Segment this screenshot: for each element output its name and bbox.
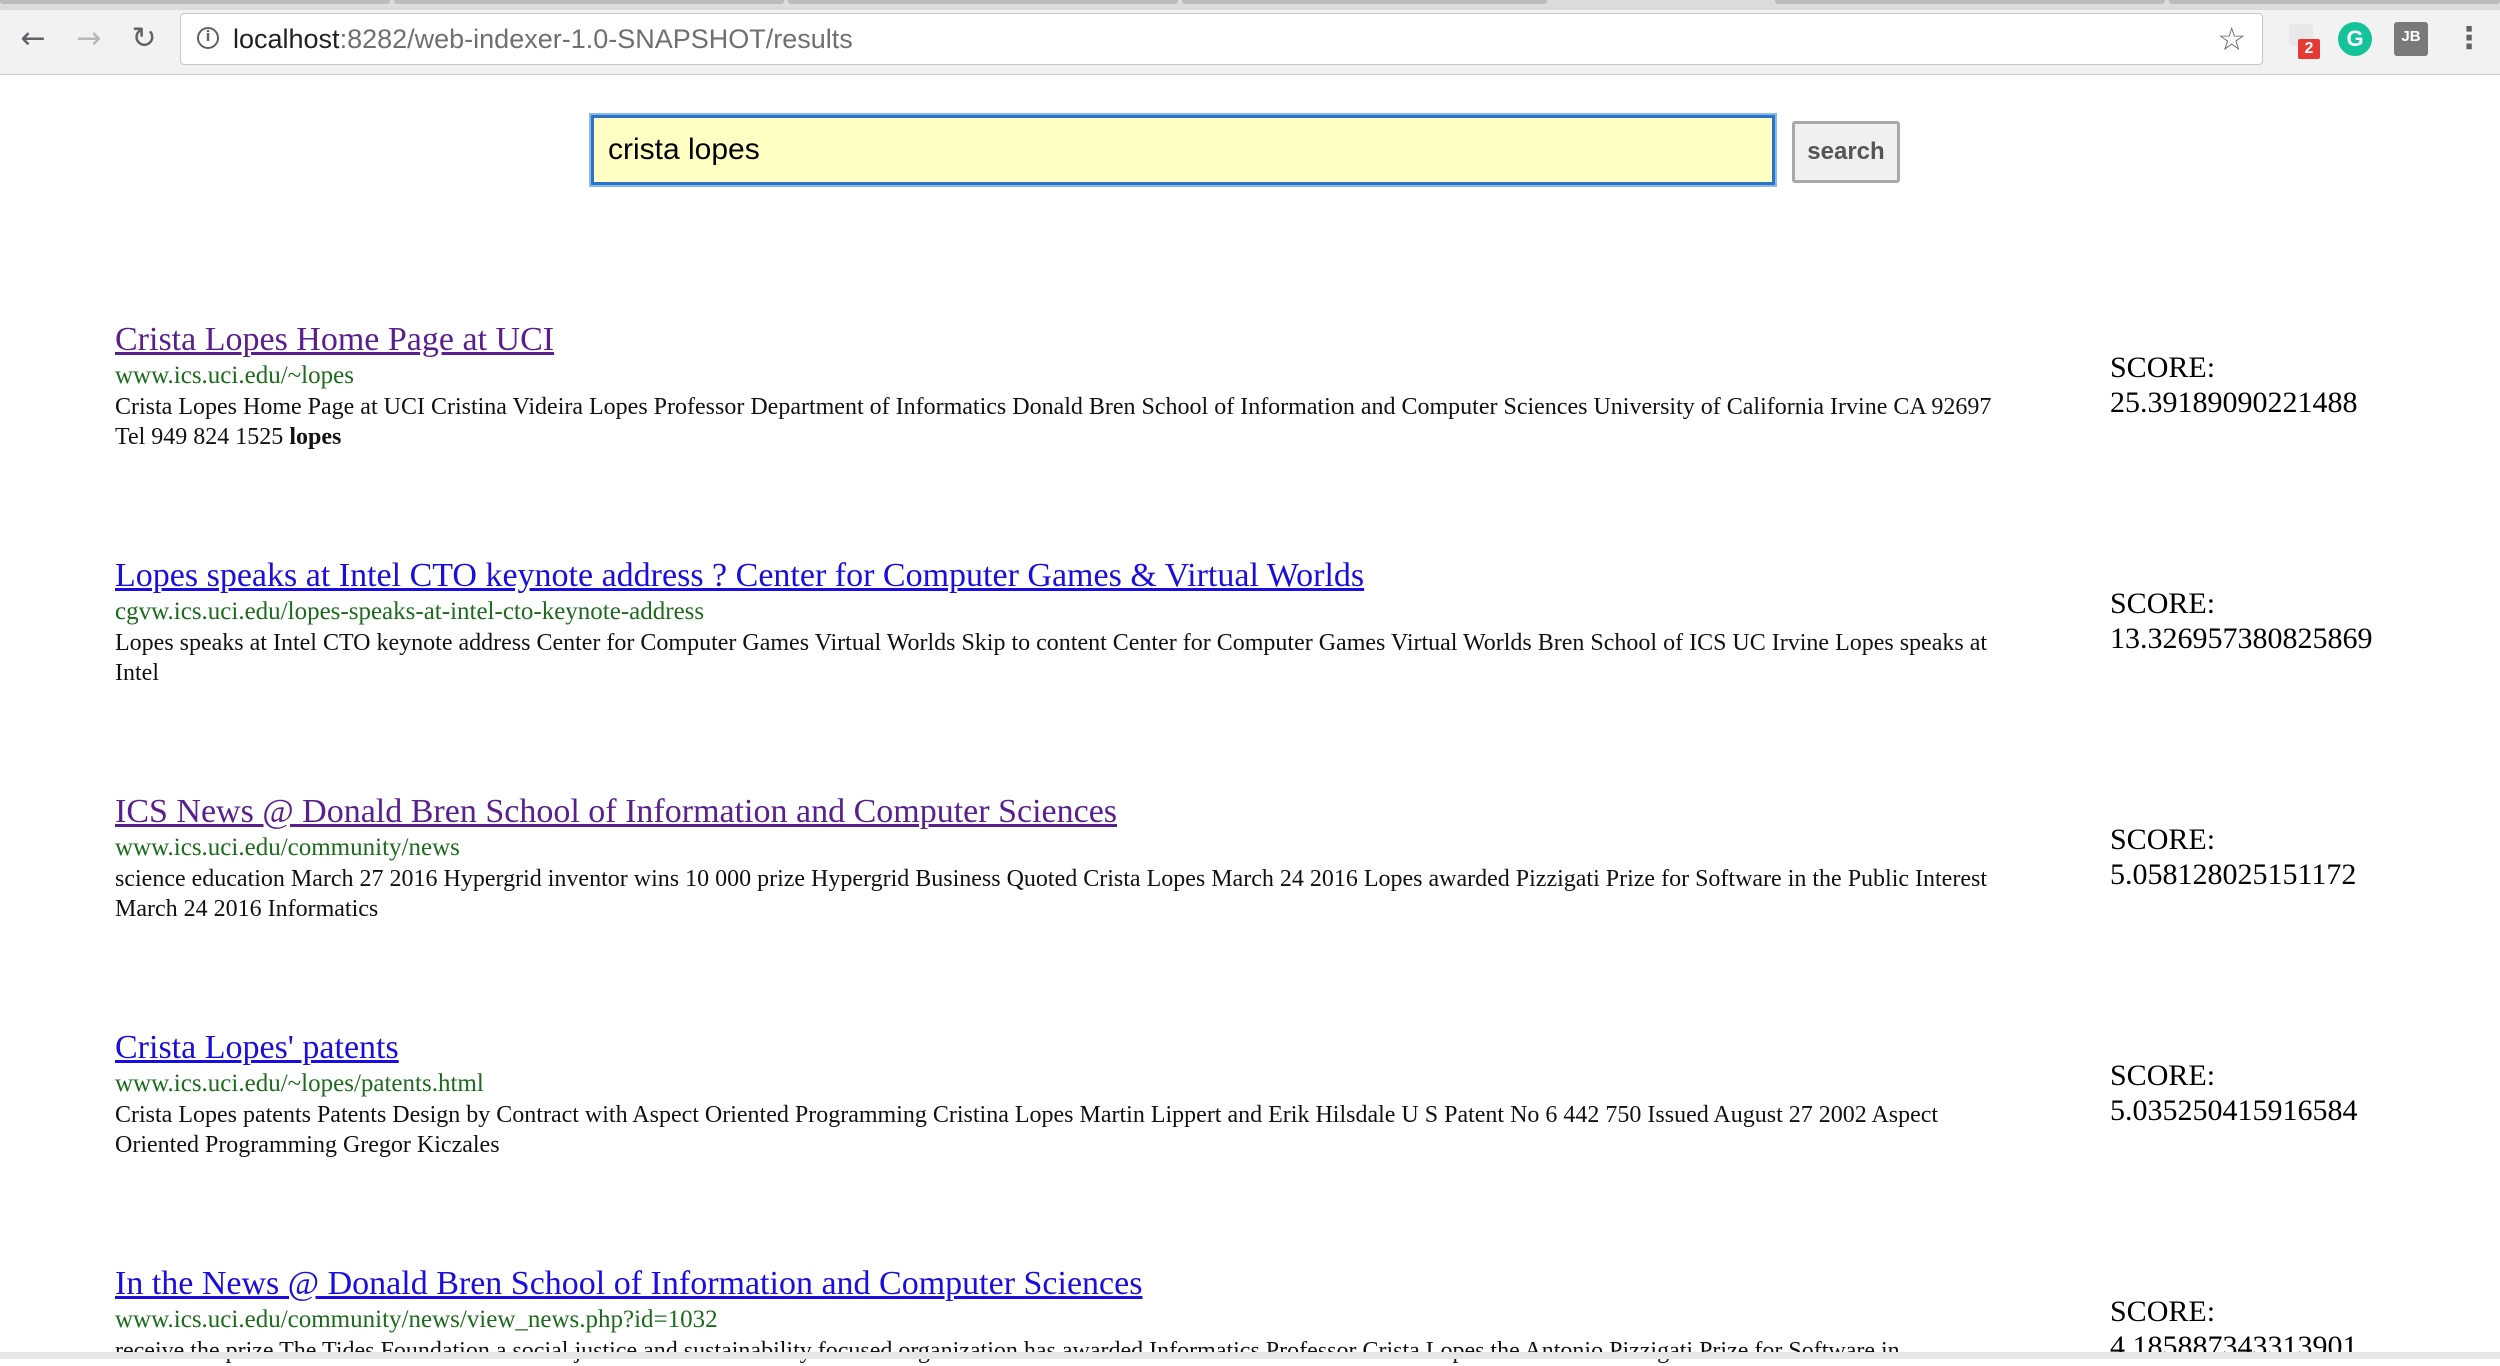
result-snippet: Crista Lopes Home Page at UCI Cristina V…	[115, 392, 2005, 452]
result-score: SCORE: 13.326957380825869	[2110, 586, 2373, 656]
menu-icon[interactable]: ⋮	[2452, 22, 2486, 56]
result-item: Crista Lopes' patents www.ics.uci.edu/~l…	[115, 1028, 2005, 1160]
extension-badge: 2	[2298, 39, 2320, 59]
result-title-link[interactable]: In the News @ Donald Bren School of Info…	[115, 1264, 2005, 1304]
result-url: www.ics.uci.edu/community/news/view_news…	[115, 1306, 718, 1333]
reload-icon[interactable]: ↻	[127, 22, 161, 56]
score-label: SCORE:	[2110, 1059, 2216, 1092]
result-snippet-highlight: lopes	[289, 424, 342, 450]
result-title-link[interactable]: Lopes speaks at Intel CTO keynote addres…	[115, 556, 2005, 596]
result-title-link[interactable]: Crista Lopes Home Page at UCI	[115, 320, 2005, 360]
result-title-link[interactable]: Crista Lopes' patents	[115, 1028, 2005, 1068]
result-score: SCORE: 5.035250415916584	[2110, 1058, 2358, 1128]
grammarly-icon[interactable]: G	[2338, 22, 2372, 56]
result-snippet: science education March 27 2016 Hypergri…	[115, 866, 1987, 922]
result-snippet: Lopes speaks at Intel CTO keynote addres…	[115, 630, 1988, 686]
tab[interactable]	[788, 0, 1178, 4]
score-label: SCORE:	[2110, 1295, 2216, 1328]
url-host: localhost	[233, 24, 340, 54]
result-item: In the News @ Donald Bren School of Info…	[115, 1264, 2005, 1366]
result-score: SCORE: 5.058128025151172	[2110, 822, 2356, 892]
back-arrow-icon[interactable]: ←	[16, 22, 50, 56]
score-label: SCORE:	[2110, 823, 2216, 856]
result-item: ICS News @ Donald Bren School of Informa…	[115, 792, 2005, 924]
result-url: www.ics.uci.edu/community/news	[115, 834, 460, 861]
forward-arrow-icon[interactable]: →	[72, 22, 106, 56]
star-icon[interactable]: ☆	[2217, 20, 2246, 58]
result-item: Lopes speaks at Intel CTO keynote addres…	[115, 556, 2005, 688]
result-url: www.ics.uci.edu/~lopes/patents.html	[115, 1070, 484, 1097]
url-text[interactable]: localhost:8282/web-indexer-1.0-SNAPSHOT/…	[233, 24, 853, 55]
result-title-link[interactable]: ICS News @ Donald Bren School of Informa…	[115, 792, 2005, 832]
score-label: SCORE:	[2110, 351, 2216, 384]
result-item: Crista Lopes Home Page at UCI www.ics.uc…	[115, 320, 2005, 452]
result-snippet: Crista Lopes patents Patents Design by C…	[115, 1102, 1939, 1158]
url-path: :8282/web-indexer-1.0-SNAPSHOT/results	[339, 24, 853, 54]
result-score: SCORE: 25.39189090221488	[2110, 350, 2358, 420]
tab[interactable]	[2169, 0, 2500, 4]
horizontal-scrollbar[interactable]	[0, 1352, 2500, 1359]
browser-toolbar: ← → ↻ i localhost:8282/web-indexer-1.0-S…	[0, 0, 2500, 75]
score-value: 5.058128025151172	[2110, 858, 2357, 891]
result-url: cgvw.ics.uci.edu/lopes-speaks-at-intel-c…	[115, 598, 705, 625]
score-label: SCORE:	[2110, 587, 2216, 620]
jb-extension-icon[interactable]: JB	[2394, 22, 2428, 56]
result-snippet-text: Crista Lopes Home Page at UCI Cristina V…	[115, 394, 1992, 450]
extension-icon[interactable]: 2	[2285, 22, 2320, 59]
result-url: www.ics.uci.edu/~lopes	[115, 362, 354, 389]
tab-strip	[0, 0, 2500, 10]
tab[interactable]	[394, 0, 784, 4]
score-value: 5.035250415916584	[2110, 1094, 2358, 1127]
address-bar[interactable]: i localhost:8282/web-indexer-1.0-SNAPSHO…	[180, 13, 2263, 65]
search-button[interactable]: search	[1792, 121, 1900, 183]
tab[interactable]	[1182, 0, 1547, 4]
info-icon[interactable]: i	[197, 27, 219, 49]
tab[interactable]	[1775, 0, 2165, 4]
search-input[interactable]	[591, 115, 1775, 185]
score-value: 13.326957380825869	[2110, 622, 2373, 655]
tab[interactable]	[0, 0, 390, 4]
result-snippet: receive the prize The Tides Foundation a…	[115, 1338, 1900, 1364]
score-value: 25.39189090221488	[2110, 386, 2358, 419]
